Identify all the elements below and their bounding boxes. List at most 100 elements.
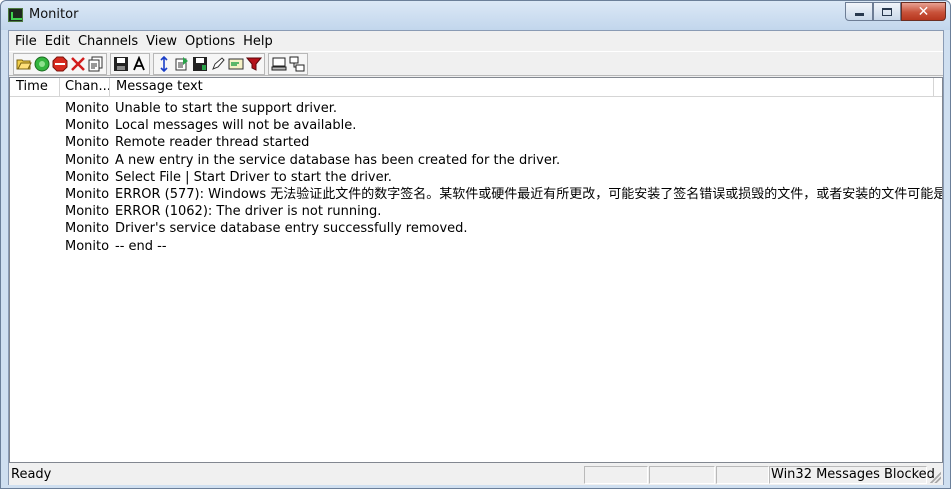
row-channel: Monitor bbox=[65, 186, 110, 202]
menu-channels[interactable]: Channels bbox=[74, 34, 142, 49]
title-bar[interactable]: Monitor ✕ bbox=[1, 1, 950, 30]
network-button[interactable] bbox=[288, 55, 306, 73]
row-message: Driver's service database entry successf… bbox=[115, 221, 468, 237]
monitor-window: Monitor ✕ File Edit Channels View Option… bbox=[0, 0, 951, 489]
save-disk-button[interactable] bbox=[191, 55, 209, 73]
table-row[interactable]: Monitor ERROR (577): Windows 无法验证此文件的数字签名… bbox=[10, 186, 942, 203]
maximize-button[interactable] bbox=[873, 2, 901, 21]
app-icon bbox=[8, 8, 23, 22]
column-header-time[interactable]: Time bbox=[10, 78, 60, 96]
row-time bbox=[10, 134, 60, 151]
close-button[interactable]: ✕ bbox=[901, 2, 946, 21]
row-time bbox=[10, 238, 60, 255]
maximize-icon bbox=[882, 7, 892, 16]
close-icon: ✕ bbox=[917, 3, 930, 20]
computer-icon bbox=[271, 57, 287, 70]
properties-icon bbox=[88, 56, 103, 71]
delete-icon bbox=[71, 56, 85, 71]
edit-button[interactable] bbox=[209, 55, 227, 73]
window-title: Monitor bbox=[29, 7, 79, 22]
row-message: ERROR (1062): The driver is not running. bbox=[115, 204, 382, 220]
row-time bbox=[10, 220, 60, 237]
list-header: Time Chan... Message text bbox=[10, 78, 942, 97]
row-time bbox=[10, 100, 60, 117]
save-icon bbox=[114, 56, 128, 71]
start-button[interactable] bbox=[33, 55, 51, 73]
row-channel: Monitor bbox=[65, 101, 110, 116]
message-list[interactable]: Time Chan... Message text Monitor Unable … bbox=[9, 77, 943, 463]
row-message: Local messages will not be available. bbox=[115, 118, 357, 134]
table-row[interactable]: Monitor -- end -- bbox=[10, 238, 942, 255]
column-header-message[interactable]: Message text bbox=[110, 78, 934, 96]
save-button[interactable] bbox=[112, 55, 130, 73]
row-message: Unable to start the support driver. bbox=[115, 101, 338, 116]
status-bar: Ready Win32 Messages Blocked bbox=[9, 464, 943, 485]
resize-grip-icon[interactable] bbox=[930, 472, 941, 483]
row-message: Remote reader thread started bbox=[115, 135, 310, 151]
toolbar-group-view bbox=[153, 52, 265, 75]
menu-help[interactable]: Help bbox=[239, 34, 277, 49]
stop-button[interactable] bbox=[51, 55, 69, 73]
toolbar bbox=[9, 51, 943, 76]
row-time bbox=[10, 152, 60, 169]
green-go-icon bbox=[34, 56, 50, 71]
table-row[interactable]: Monitor Remote reader thread started bbox=[10, 134, 942, 151]
stop-icon bbox=[52, 56, 68, 71]
row-channel: Monitor bbox=[65, 135, 110, 151]
minimize-icon bbox=[854, 13, 864, 16]
toolbar-group-remote bbox=[268, 52, 308, 75]
row-message: -- end -- bbox=[115, 238, 167, 254]
autoscroll-button[interactable] bbox=[155, 55, 173, 73]
list-rows: Monitor Unable to start the support drive… bbox=[10, 100, 942, 255]
row-channel: Monitor bbox=[65, 238, 110, 254]
toolbar-group-save bbox=[110, 52, 150, 75]
open-folder-icon bbox=[16, 59, 32, 69]
table-row[interactable]: Monitor Local messages will not be availa… bbox=[10, 117, 942, 134]
font-button[interactable] bbox=[130, 55, 148, 73]
menu-view[interactable]: View bbox=[142, 34, 181, 49]
table-row[interactable]: Monitor Select File | Start Driver to sta… bbox=[10, 169, 942, 186]
autoscroll-icon bbox=[160, 55, 168, 72]
table-row[interactable]: Monitor Driver's service database entry s… bbox=[10, 220, 942, 237]
monitor-icon bbox=[228, 58, 244, 69]
computer-button[interactable] bbox=[270, 55, 288, 73]
status-pane-3 bbox=[716, 466, 769, 484]
refresh-button[interactable] bbox=[173, 55, 191, 73]
table-row[interactable]: Monitor A new entry in the service databa… bbox=[10, 152, 942, 169]
network-icon bbox=[289, 56, 305, 71]
client-area: File Edit Channels View Options Help Tim… bbox=[8, 30, 944, 485]
row-message: ERROR (577): Windows 无法验证此文件的数字签名。某软件或硬件… bbox=[115, 186, 942, 202]
column-header-channel[interactable]: Chan... bbox=[60, 78, 110, 96]
menu-options[interactable]: Options bbox=[181, 34, 239, 49]
filter-button[interactable] bbox=[245, 55, 263, 73]
minimize-button[interactable] bbox=[845, 2, 873, 21]
status-blocked-text: Win32 Messages Blocked bbox=[771, 467, 935, 482]
table-row[interactable]: Monitor ERROR (1062): The driver is not r… bbox=[10, 203, 942, 220]
row-time bbox=[10, 203, 60, 220]
row-message: A new entry in the service database has … bbox=[115, 152, 561, 168]
menu-edit[interactable]: Edit bbox=[41, 34, 74, 49]
delete-button[interactable] bbox=[69, 55, 87, 73]
refresh-icon bbox=[175, 56, 188, 70]
row-channel: Monitor bbox=[65, 221, 110, 237]
row-time bbox=[10, 169, 60, 186]
save-disk-icon bbox=[193, 56, 207, 71]
filter-icon bbox=[246, 57, 262, 71]
monitor-button[interactable] bbox=[227, 55, 245, 73]
font-icon bbox=[133, 55, 145, 70]
menu-bar: File Edit Channels View Options Help bbox=[9, 31, 943, 51]
status-text: Ready bbox=[11, 467, 52, 482]
open-folder-button[interactable] bbox=[15, 55, 33, 73]
row-time bbox=[10, 117, 60, 134]
properties-button[interactable] bbox=[87, 55, 105, 73]
row-time bbox=[10, 186, 60, 203]
status-pane-1 bbox=[584, 466, 648, 484]
row-channel: Monitor bbox=[65, 152, 110, 168]
row-channel: Monitor bbox=[65, 118, 110, 134]
row-channel: Monitor bbox=[65, 169, 110, 185]
row-channel: Monitor bbox=[65, 204, 110, 220]
status-pane-2 bbox=[649, 466, 715, 484]
edit-icon bbox=[212, 56, 225, 70]
menu-file[interactable]: File bbox=[11, 34, 41, 49]
table-row[interactable]: Monitor Unable to start the support drive… bbox=[10, 100, 942, 117]
